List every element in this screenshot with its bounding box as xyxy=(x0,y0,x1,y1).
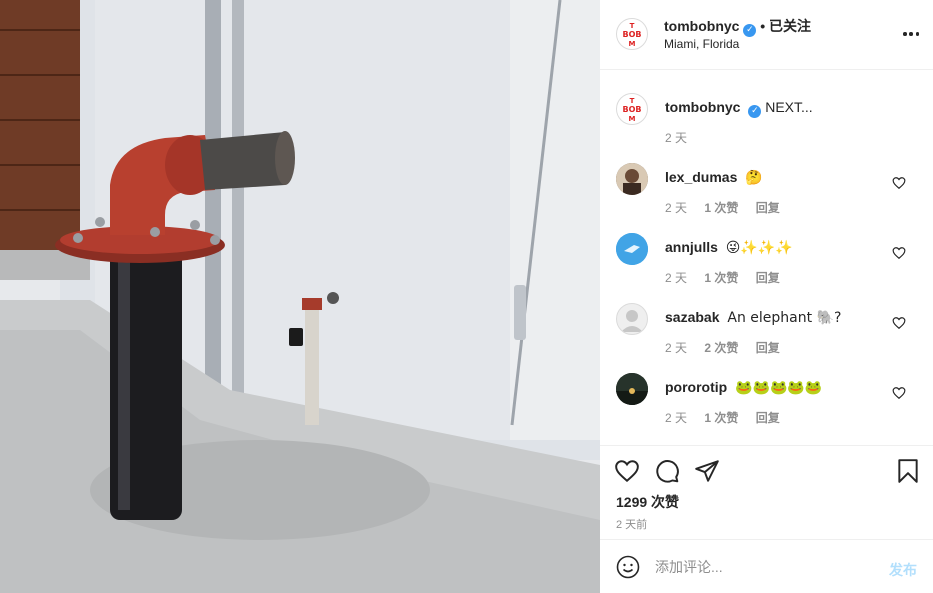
follow-status[interactable]: • 已关注 xyxy=(760,18,811,34)
comment-text-line: pororotip 🐸🐸🐸🐸🐸 xyxy=(665,379,822,396)
comment-meta: 2 天 1 次赞 回复 xyxy=(665,199,794,216)
comment-likes[interactable]: 2 次赞 xyxy=(704,341,738,355)
comments-list: T BOB M tombobnyc ✓ NEXT... 2 天 lex_duma… xyxy=(600,70,933,446)
caption-username[interactable]: tombobnyc xyxy=(665,99,740,115)
comment-input[interactable] xyxy=(655,554,875,580)
comment-time[interactable]: 2 天 xyxy=(665,341,687,355)
commenter-avatar[interactable] xyxy=(616,303,648,335)
reply-button[interactable]: 回复 xyxy=(756,411,780,425)
reply-button[interactable]: 回复 xyxy=(756,341,780,355)
share-send-icon[interactable] xyxy=(694,458,720,484)
caption-meta: 2 天 xyxy=(665,129,701,146)
post-header: T BOB M tombobnyc ✓ • 已关注 Miami, Florida xyxy=(600,0,933,70)
avatar-bird xyxy=(616,233,648,265)
add-comment-bar: 发布 xyxy=(600,540,933,593)
svg-text:T: T xyxy=(630,22,635,30)
svg-text:M: M xyxy=(629,115,636,123)
comment-likes[interactable]: 1 次赞 xyxy=(704,201,738,215)
comment-text-line: annjulls 😜✨✨✨ xyxy=(665,239,793,256)
like-comment-heart-icon[interactable] xyxy=(892,246,906,260)
comment-meta: 2 天 1 次赞 回复 xyxy=(665,409,794,426)
comment-username[interactable]: sazabak xyxy=(665,309,719,325)
caption-time[interactable]: 2 天 xyxy=(665,131,687,145)
svg-text:BOB: BOB xyxy=(623,30,642,39)
comment-likes[interactable]: 1 次赞 xyxy=(704,271,738,285)
author-avatar[interactable]: T BOB M xyxy=(616,18,648,50)
comment-username[interactable]: annjulls xyxy=(665,239,718,255)
comment-meta: 2 天 1 次赞 回复 xyxy=(665,269,794,286)
svg-text:BOB: BOB xyxy=(623,105,642,114)
comment-row: pororotip 🐸🐸🐸🐸🐸 2 天 1 次赞 回复 xyxy=(600,373,933,443)
comment-row: sazabak An elephant 🐘? 2 天 2 次赞 回复 xyxy=(600,303,933,373)
comment-text: 🤔 xyxy=(745,170,763,186)
bookmark-save-icon[interactable] xyxy=(895,458,921,484)
avatar-photo xyxy=(616,163,648,195)
commenter-avatar[interactable] xyxy=(616,163,648,195)
comment-text-line: sazabak An elephant 🐘? xyxy=(665,309,841,326)
comment-username[interactable]: pororotip xyxy=(665,379,727,395)
hydrant-pipe-photo xyxy=(0,0,600,593)
comment-time[interactable]: 2 天 xyxy=(665,271,687,285)
post-details-panel: T BOB M tombobnyc ✓ • 已关注 Miami, Florida… xyxy=(600,0,933,593)
likes-count[interactable]: 1299 次赞 xyxy=(616,492,679,512)
comment-meta: 2 天 2 次赞 回复 xyxy=(665,339,794,356)
post-comment-button[interactable]: 发布 xyxy=(889,560,917,580)
reply-button[interactable]: 回复 xyxy=(756,201,780,215)
avatar-landscape xyxy=(616,373,648,405)
comment-username[interactable]: lex_dumas xyxy=(665,169,737,185)
post-photo[interactable] xyxy=(0,0,600,593)
svg-text:M: M xyxy=(629,40,636,48)
comment-text: 😜✨✨✨ xyxy=(725,240,793,256)
comment-text-line: lex_dumas 🤔 xyxy=(665,169,763,186)
author-username[interactable]: tombobnyc xyxy=(664,18,739,34)
header-line: tombobnyc ✓ • 已关注 xyxy=(664,16,811,37)
commenter-avatar[interactable] xyxy=(616,373,648,405)
like-comment-heart-icon[interactable] xyxy=(892,176,906,190)
caption-text: NEXT... xyxy=(765,99,813,115)
comment-text: 🐸🐸🐸🐸🐸 xyxy=(735,380,823,396)
verified-badge-icon: ✓ xyxy=(743,24,757,37)
location-link[interactable]: Miami, Florida xyxy=(664,37,739,51)
verified-badge-icon: ✓ xyxy=(748,105,762,118)
bob-logo-icon: T BOB M xyxy=(623,22,642,48)
comment-row: annjulls 😜✨✨✨ 2 天 1 次赞 回复 xyxy=(600,233,933,303)
comment-time[interactable]: 2 天 xyxy=(665,201,687,215)
comment-row: lex_dumas 🤔 2 天 1 次赞 回复 xyxy=(600,163,933,233)
caption-row: T BOB M tombobnyc ✓ NEXT... 2 天 xyxy=(600,93,933,163)
bob-logo-icon: T BOB M xyxy=(623,97,642,123)
post-actions: 1299 次赞 2 天前 xyxy=(600,446,933,540)
emoji-icon[interactable] xyxy=(616,555,640,579)
more-options-icon[interactable] xyxy=(903,24,919,44)
like-heart-icon[interactable] xyxy=(614,458,640,484)
svg-text:T: T xyxy=(630,97,635,105)
comment-text: An elephant 🐘? xyxy=(727,310,842,326)
like-comment-heart-icon[interactable] xyxy=(892,386,906,400)
comment-likes[interactable]: 1 次赞 xyxy=(704,411,738,425)
commenter-avatar[interactable] xyxy=(616,233,648,265)
default-user-icon xyxy=(621,310,643,332)
reply-button[interactable]: 回复 xyxy=(756,271,780,285)
like-comment-heart-icon[interactable] xyxy=(892,316,906,330)
post-time[interactable]: 2 天前 xyxy=(616,516,647,532)
caption-text-line: tombobnyc ✓ NEXT... xyxy=(665,99,813,118)
comment-bubble-icon[interactable] xyxy=(654,458,680,484)
caption-avatar[interactable]: T BOB M xyxy=(616,93,648,125)
comment-time[interactable]: 2 天 xyxy=(665,411,687,425)
